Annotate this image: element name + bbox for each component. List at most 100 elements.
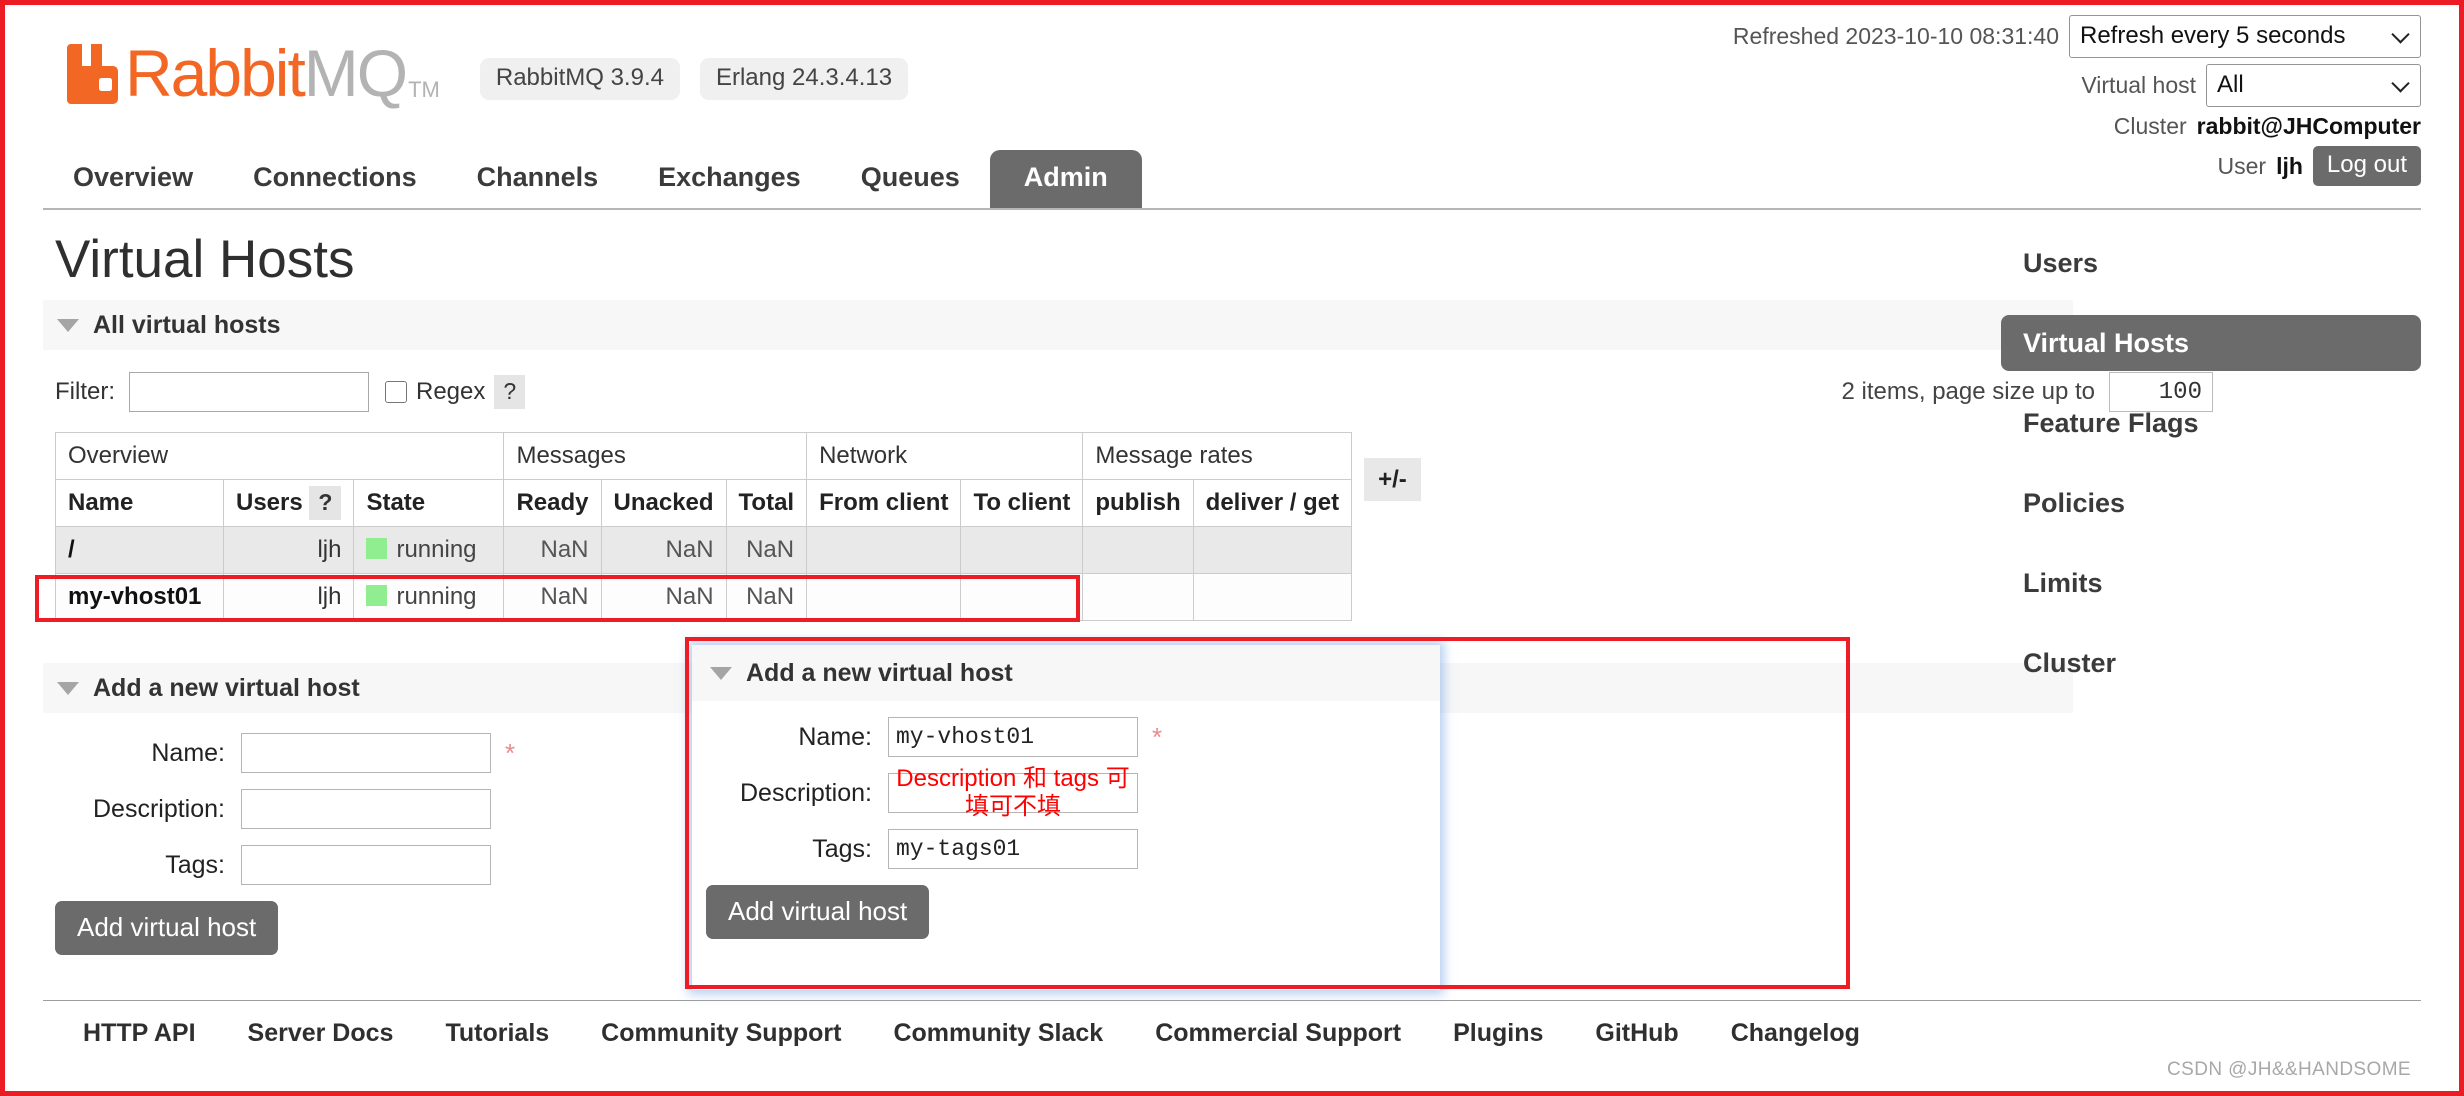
overlay-section-header[interactable]: Add a new virtual host	[692, 645, 1440, 701]
footer-link-github[interactable]: GitHub	[1595, 1019, 1678, 1047]
refresh-interval-select-wrap[interactable]: Refresh every 5 seconds	[2069, 15, 2421, 58]
tab-channels[interactable]: Channels	[447, 154, 629, 208]
plus-minus-button[interactable]: +/-	[1364, 457, 1421, 501]
cell-unacked: NaN	[600, 526, 727, 574]
cluster-label: Cluster	[2113, 113, 2187, 139]
sidebar-item-users[interactable]: Users	[2001, 235, 2421, 291]
column-header-deliver-get[interactable]: deliver / get	[1192, 479, 1353, 527]
add-virtual-host-title: Add a new virtual host	[93, 674, 360, 702]
overlay-tags-input[interactable]	[888, 829, 1138, 869]
overlay-form-row-submit: Add virtual host	[692, 885, 1440, 939]
column-header-publish[interactable]: publish	[1082, 479, 1194, 527]
tab-admin[interactable]: Admin	[989, 150, 1142, 208]
cluster-row: Cluster rabbit@JHComputer	[1733, 113, 2421, 140]
group-header-messages: Messages	[503, 432, 808, 480]
sidebar-item-cluster[interactable]: Cluster	[2001, 635, 2421, 691]
overlay-name-label: Name:	[798, 723, 872, 751]
tags-input[interactable]	[241, 845, 491, 885]
cell-deliver-get	[1192, 573, 1353, 621]
cell-publish	[1082, 526, 1194, 574]
description-input[interactable]	[241, 789, 491, 829]
sidebar-item-virtual-hosts[interactable]: Virtual Hosts	[2001, 315, 2421, 371]
regex-label: Regex	[416, 378, 486, 405]
column-header-ready[interactable]: Ready	[503, 479, 602, 527]
collapse-caret-icon[interactable]	[57, 681, 79, 695]
footer-link-tutorials[interactable]: Tutorials	[445, 1019, 549, 1047]
all-virtual-hosts-section-header[interactable]: All virtual hosts	[43, 300, 2073, 350]
table-row[interactable]: my-vhost01 ljh running NaN NaN NaN	[55, 573, 1433, 621]
filter-input[interactable]	[129, 372, 369, 412]
column-header-name[interactable]: Name	[55, 479, 224, 527]
app-header: Rabbit MQ TM RabbitMQ 3.9.4 Erlang 24.3.4.…	[5, 5, 2459, 210]
cell-users: ljh	[222, 526, 355, 574]
virtual-host-select[interactable]: All	[2206, 64, 2421, 107]
erlang-version-badge: Erlang 24.3.4.13	[699, 58, 909, 100]
group-header-overview: Overview	[54, 432, 505, 480]
regex-checkbox[interactable]	[385, 381, 407, 403]
admin-sidebar: Users Virtual Hosts Feature Flags Polici…	[2001, 235, 2421, 715]
overlay-add-virtual-host-button[interactable]: Add virtual host	[706, 885, 930, 939]
cell-state-label: running	[396, 583, 477, 610]
overlay-section-title: Add a new virtual host	[746, 659, 1013, 687]
sidebar-item-feature-flags[interactable]: Feature Flags	[2001, 395, 2421, 451]
footer-link-http-api[interactable]: HTTP API	[83, 1019, 196, 1047]
tab-connections[interactable]: Connections	[223, 154, 447, 208]
column-header-total[interactable]: Total	[725, 479, 808, 527]
cell-name[interactable]: /	[55, 526, 224, 574]
table-group-header-row: Overview Messages Network Message rates …	[54, 432, 1433, 527]
overlay-description-input[interactable]: Description 和 tags 可填可不填	[888, 765, 1138, 820]
regex-toggle-group: Regex ?	[385, 375, 526, 409]
cell-state: running	[353, 573, 505, 621]
cell-spacer	[1351, 573, 1433, 621]
name-input[interactable]	[241, 733, 491, 773]
column-header-users[interactable]: Users ?	[222, 479, 355, 527]
name-label: Name:	[151, 739, 225, 767]
column-header-users-label: Users	[236, 489, 303, 516]
cell-deliver-get	[1192, 526, 1353, 574]
state-indicator-icon	[366, 585, 388, 606]
tab-exchanges[interactable]: Exchanges	[628, 154, 831, 208]
vhost-filter-row: Virtual host All	[1733, 64, 2421, 107]
rabbitmq-logo[interactable]: Rabbit MQ TM	[67, 37, 440, 109]
cell-from-client	[806, 573, 962, 621]
virtual-host-label: Virtual host	[2081, 72, 2196, 98]
tab-overview[interactable]: Overview	[43, 154, 223, 208]
table-row[interactable]: / ljh running NaN NaN NaN	[55, 526, 1433, 574]
main-nav-tabs: Overview Connections Channels Exchanges …	[43, 150, 2421, 210]
column-header-to-client[interactable]: To client	[960, 479, 1084, 527]
cluster-name: rabbit@JHComputer	[2196, 113, 2421, 139]
cell-name[interactable]: my-vhost01	[55, 573, 224, 621]
table-column-header-row: Name Users ? State Ready Unacked Total F…	[55, 479, 1433, 527]
logo-text-rabbit: Rabbit	[125, 36, 306, 110]
footer-link-community-slack[interactable]: Community Slack	[893, 1019, 1103, 1047]
collapse-caret-icon[interactable]	[57, 318, 79, 332]
column-header-state[interactable]: State	[353, 479, 505, 527]
regex-help-icon[interactable]: ?	[494, 375, 526, 409]
collapse-caret-icon[interactable]	[710, 666, 732, 680]
cell-to-client	[960, 526, 1084, 574]
footer-link-server-docs[interactable]: Server Docs	[248, 1019, 394, 1047]
overlay-form-body: Name: * Description: Description 和 tags …	[692, 701, 1440, 961]
refresh-interval-select[interactable]: Refresh every 5 seconds	[2069, 15, 2421, 58]
add-virtual-host-button[interactable]: Add virtual host	[55, 901, 279, 955]
tab-queues[interactable]: Queues	[831, 154, 990, 208]
column-header-unacked[interactable]: Unacked	[600, 479, 727, 527]
sidebar-item-limits[interactable]: Limits	[2001, 555, 2421, 611]
overlay-name-input[interactable]	[888, 717, 1138, 757]
sidebar-item-policies[interactable]: Policies	[2001, 475, 2421, 531]
cell-state: running	[353, 526, 505, 574]
footer-link-commercial-support[interactable]: Commercial Support	[1155, 1019, 1401, 1047]
virtual-host-select-wrap[interactable]: All	[2206, 64, 2421, 107]
filter-label: Filter:	[55, 378, 115, 405]
footer-link-community-support[interactable]: Community Support	[601, 1019, 841, 1047]
brand-logo-area: Rabbit MQ TM RabbitMQ 3.9.4 Erlang 24.3.4.…	[67, 37, 909, 109]
column-header-from-client[interactable]: From client	[806, 479, 962, 527]
footer-link-plugins[interactable]: Plugins	[1453, 1019, 1543, 1047]
cell-publish	[1082, 573, 1194, 621]
refreshed-timestamp: Refreshed 2023-10-10 08:31:40	[1732, 23, 2059, 49]
overlay-description-note: Description 和 tags 可填可不填	[896, 765, 1130, 820]
users-help-icon[interactable]: ?	[309, 486, 342, 520]
group-header-network: Network	[806, 432, 1084, 480]
footer-link-changelog[interactable]: Changelog	[1731, 1019, 1860, 1047]
cell-state-label: running	[396, 536, 477, 563]
